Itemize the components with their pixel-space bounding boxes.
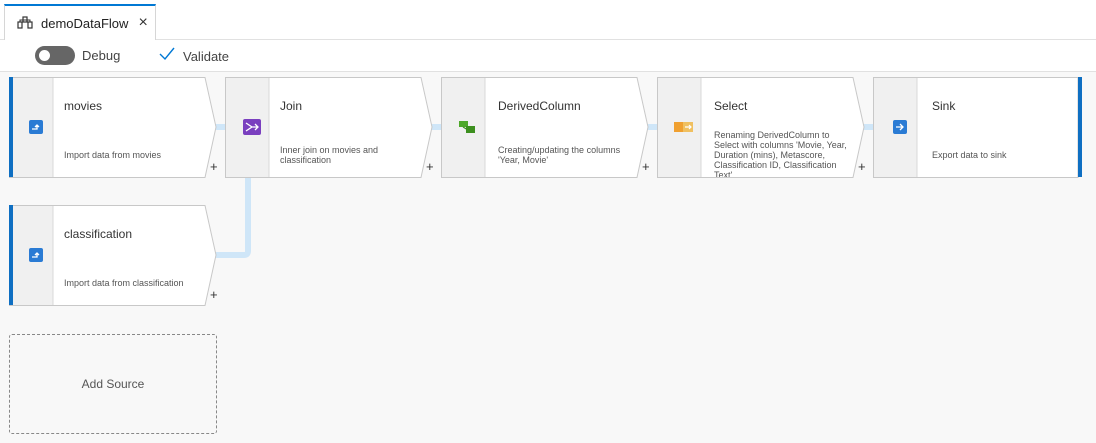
- node-description: Import data from movies: [64, 150, 162, 160]
- tab-title: demoDataFlow: [41, 15, 129, 31]
- source-icon: [20, 77, 52, 177]
- validate-label: Validate: [183, 49, 230, 64]
- node-derived-column[interactable]: DerivedColumn Creating/updating the colu…: [441, 77, 650, 178]
- close-icon[interactable]: ×: [138, 15, 147, 31]
- node-title: Join: [280, 99, 303, 113]
- node-title: Select: [714, 99, 748, 113]
- toggle-knob: [39, 50, 50, 61]
- add-source-button[interactable]: Add Source: [9, 334, 217, 434]
- node-accent-bar: [9, 77, 13, 177]
- tab-demo-dataflow[interactable]: demoDataFlow ×: [4, 4, 156, 40]
- add-transform-button[interactable]: +: [210, 287, 218, 302]
- source-icon: [20, 205, 52, 305]
- node-title: Sink: [932, 99, 956, 113]
- node-sink[interactable]: Sink Export data to sink: [873, 77, 1085, 178]
- derived-column-icon: [452, 77, 484, 177]
- node-accent-bar: [9, 205, 13, 305]
- node-description: Export data to sink: [932, 150, 1007, 160]
- add-transform-button[interactable]: +: [858, 159, 866, 174]
- debug-label: Debug: [82, 48, 121, 63]
- sink-icon: [884, 77, 916, 177]
- node-title: DerivedColumn: [498, 99, 581, 113]
- add-transform-button[interactable]: +: [426, 159, 434, 174]
- add-transform-button[interactable]: +: [210, 159, 218, 174]
- dataflow-icon: [17, 16, 33, 30]
- dataflow-canvas: movies Import data from movies + Join In…: [0, 73, 1096, 443]
- node-title: classification: [64, 227, 133, 241]
- add-transform-button[interactable]: +: [642, 159, 650, 174]
- tab-bar: demoDataFlow ×: [0, 0, 1096, 40]
- node-description: Creating/updating the columns 'Year, Mov…: [498, 145, 621, 165]
- node-description-clip: Renaming DerivedColumn to Select with co…: [714, 130, 854, 177]
- node-title: movies: [64, 99, 103, 113]
- node-description: Inner join on movies and classification: [280, 145, 379, 165]
- debug-toggle[interactable]: [35, 46, 75, 65]
- node-classification[interactable]: classification Import data from classifi…: [9, 205, 218, 306]
- node-description: Renaming DerivedColumn to Select with co…: [714, 130, 847, 177]
- validate-button[interactable]: Validate: [159, 47, 229, 66]
- toolbar: Debug Validate: [0, 40, 1096, 72]
- node-join[interactable]: Join Inner join on movies and classifica…: [225, 77, 434, 178]
- checkmark-icon: [159, 47, 175, 66]
- join-icon: [236, 77, 268, 177]
- node-movies[interactable]: movies Import data from movies +: [9, 77, 218, 178]
- node-description: Import data from classification: [64, 278, 184, 288]
- select-icon: [668, 77, 700, 177]
- node-select[interactable]: Select Renaming DerivedColumn to Select …: [657, 77, 866, 178]
- node-accent-bar: [1078, 77, 1082, 177]
- add-source-label: Add Source: [81, 377, 145, 391]
